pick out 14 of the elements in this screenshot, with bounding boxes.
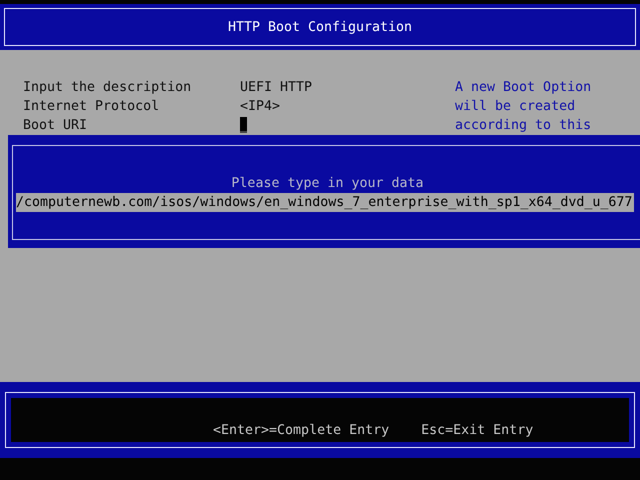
dialog-title: Please type in your data [230, 175, 425, 193]
field-label: Input the description [23, 79, 192, 97]
field-value[interactable]: <IP4> [240, 99, 280, 114]
key-hint: <Enter>=Complete Entry [213, 422, 390, 440]
input-field[interactable]: /computernewb.com/isos/windows/en_windows_7_enterprise_with_sp1_x64_dvd_u_677 [16, 193, 634, 212]
field-label: Boot URI [23, 117, 88, 135]
help-text: according to this [455, 117, 592, 135]
help-text: A new Boot Option [455, 79, 592, 97]
window-title: HTTP Boot Configuration [228, 20, 412, 34]
cursor-icon [240, 117, 247, 134]
key-hint: Esc=Exit Entry [421, 422, 534, 440]
field-label: Internet Protocol [23, 98, 160, 116]
field-value[interactable]: UEFI HTTP [240, 80, 312, 95]
help-text: will be created [455, 98, 576, 116]
